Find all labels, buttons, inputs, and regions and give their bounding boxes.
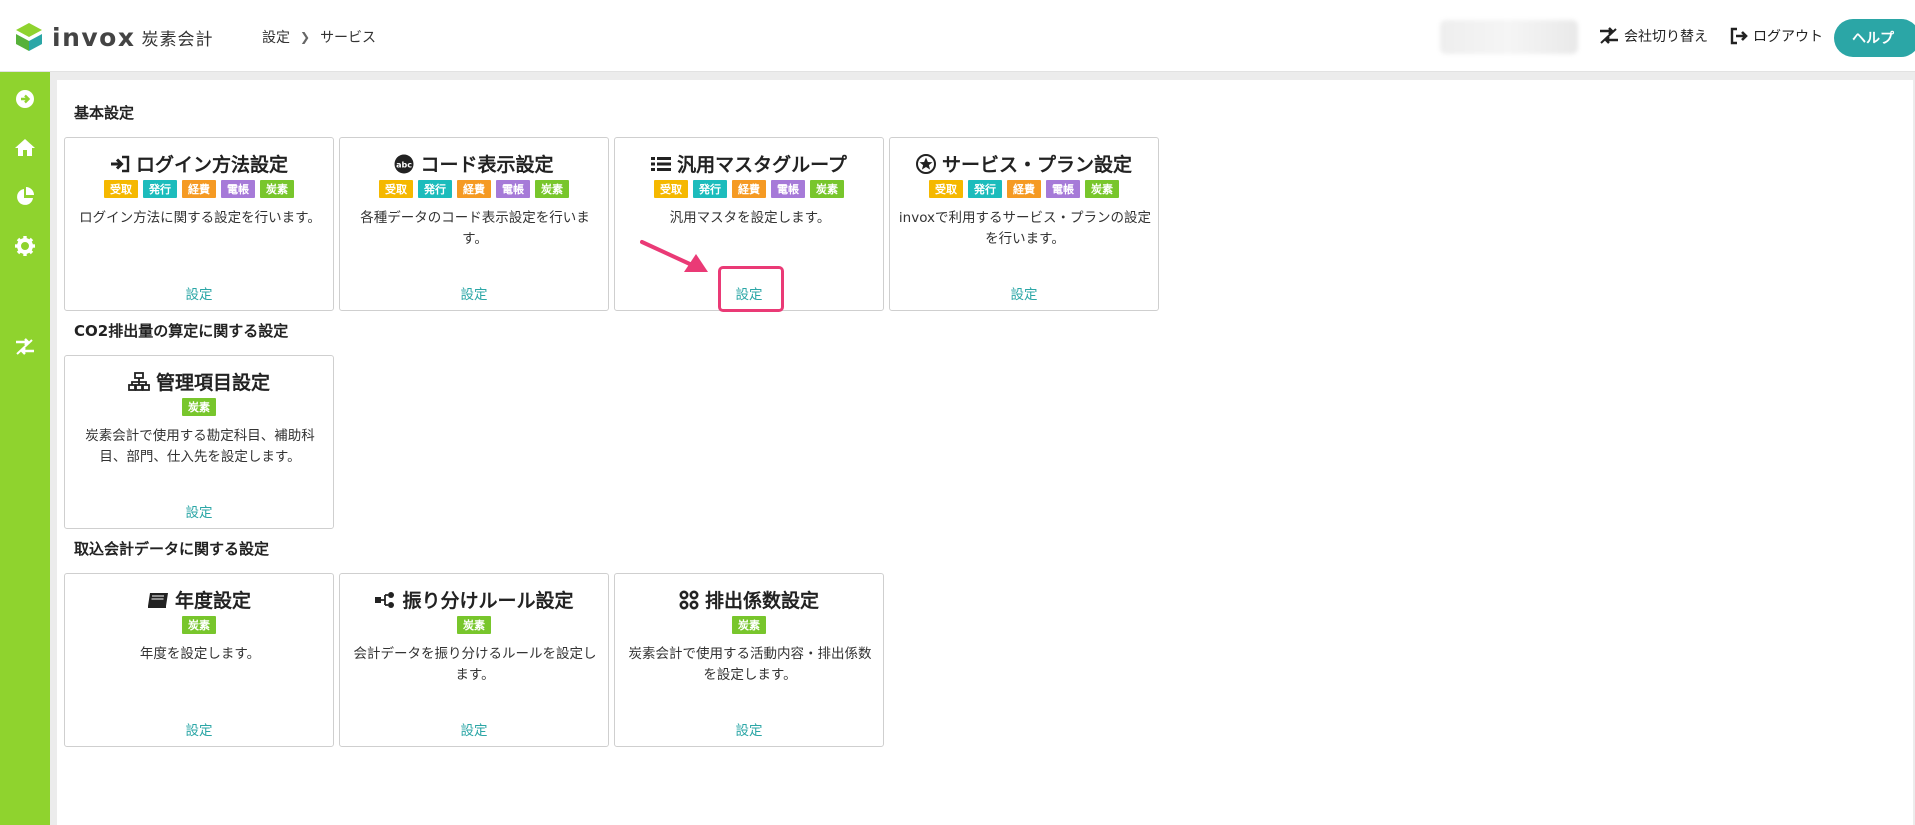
- tag-list: 炭素: [340, 616, 608, 634]
- switch-company-link[interactable]: 会社切り替え: [1598, 26, 1708, 46]
- section-title-basic: 基本設定: [74, 104, 135, 122]
- breadcrumb-settings[interactable]: 設定: [262, 27, 290, 47]
- tag-receive: 受取: [654, 180, 688, 198]
- tag-expense: 経費: [457, 180, 491, 198]
- tag-expense: 経費: [182, 180, 216, 198]
- card-settings-link[interactable]: 設定: [615, 719, 883, 739]
- logo-sub: 炭素会計: [141, 29, 214, 50]
- card-title: 排出係数設定: [615, 586, 883, 613]
- tag-e-book: 電帳: [221, 180, 255, 198]
- card-login-method: ログイン方法設定 受取 発行 経費 電帳 炭素 ログイン方法に関する設定を行いま…: [64, 137, 334, 311]
- tag-e-book: 電帳: [496, 180, 530, 198]
- tag-list: 炭素: [615, 616, 883, 634]
- card-description: 炭素会計で使用する勘定科目、補助科目、部門、仕入先を設定します。: [85, 428, 315, 465]
- card-title: ログイン方法設定: [65, 150, 333, 177]
- tag-carbon: 炭素: [1085, 180, 1119, 198]
- abc-icon: abc: [394, 154, 414, 174]
- card-description: 年度を設定します。: [139, 646, 261, 662]
- help-button[interactable]: ヘルプ: [1834, 19, 1915, 57]
- split-icon: [374, 591, 396, 609]
- breadcrumb: 設定 ❯ サービス: [262, 27, 376, 47]
- logo-cube-icon: [16, 23, 42, 51]
- card-settings-link[interactable]: 設定: [65, 501, 333, 521]
- switch-company-label: 会社切り替え: [1624, 29, 1708, 45]
- calendar-book-icon: [147, 591, 169, 609]
- card-fiscal-year: 年度設定 炭素 年度を設定します。 設定: [64, 573, 334, 747]
- card-title: 年度設定: [65, 586, 333, 613]
- logout-label: ログアウト: [1753, 29, 1823, 45]
- tag-carbon: 炭素: [535, 180, 569, 198]
- card-emission-factors: 排出係数設定 炭素 炭素会計で使用する活動内容・排出係数を設定します。 設定: [614, 573, 884, 747]
- chevron-right-icon: ❯: [300, 30, 311, 44]
- annotation-arrow-icon: [640, 240, 708, 272]
- tag-list: 受取 発行 経費 電帳 炭素: [340, 180, 608, 198]
- logout-link[interactable]: ログアウト: [1729, 26, 1823, 46]
- highlight-box: [718, 266, 784, 312]
- tag-carbon: 炭素: [182, 398, 216, 416]
- sidebar: [0, 72, 50, 825]
- card-description: 汎用マスタを設定します。: [669, 210, 831, 226]
- card-settings-link[interactable]: 設定: [340, 283, 608, 303]
- home-icon[interactable]: [12, 134, 38, 160]
- gear-icon[interactable]: [12, 233, 38, 259]
- card-title: 管理項目設定: [65, 368, 333, 395]
- card-settings-link[interactable]: 設定: [340, 719, 608, 739]
- tag-list: 受取 発行 経費 電帳 炭素: [65, 180, 333, 198]
- tag-e-book: 電帳: [1046, 180, 1080, 198]
- sitemap-icon: [128, 371, 150, 392]
- tag-expense: 経費: [1007, 180, 1041, 198]
- user-name-blurred[interactable]: [1440, 20, 1578, 54]
- tag-receive: 受取: [929, 180, 963, 198]
- login-icon: [110, 155, 130, 173]
- tag-issue: 発行: [693, 180, 727, 198]
- card-description: 各種データのコード表示設定を行います。: [360, 210, 590, 247]
- section-title-co2: CO2排出量の算定に関する設定: [74, 322, 289, 340]
- tag-expense: 経費: [732, 180, 766, 198]
- card-settings-link[interactable]: 設定: [890, 283, 1158, 303]
- card-settings-link[interactable]: 設定: [65, 283, 333, 303]
- card-service-plan: サービス・プラン設定 受取 発行 経費 電帳 炭素 invoxで利用するサービス…: [889, 137, 1159, 311]
- section-title-imported-data: 取込会計データに関する設定: [74, 540, 270, 558]
- card-title: 振り分けルール設定: [340, 586, 608, 613]
- breadcrumb-service: サービス: [320, 30, 377, 46]
- card-title: abc コード表示設定: [340, 150, 608, 177]
- star-badge-icon: [915, 153, 936, 174]
- switch-icon[interactable]: [12, 334, 38, 360]
- card-title: 汎用マスタグループ: [615, 150, 883, 177]
- tag-receive: 受取: [379, 180, 413, 198]
- tag-carbon: 炭素: [457, 616, 491, 634]
- tag-carbon: 炭素: [732, 616, 766, 634]
- arrow-right-circle-icon[interactable]: [12, 86, 38, 112]
- logo-word: invox: [52, 22, 136, 52]
- app-logo[interactable]: invox 炭素会計: [14, 20, 213, 54]
- tag-carbon: 炭素: [182, 616, 216, 634]
- card-description: invoxで利用するサービス・プランの設定を行います。: [898, 210, 1152, 247]
- card-distribution-rules: 振り分けルール設定 炭素 会計データを振り分けるルールを設定します。 設定: [339, 573, 609, 747]
- tag-list: 炭素: [65, 398, 333, 416]
- tag-carbon: 炭素: [260, 180, 294, 198]
- tag-list: 受取 発行 経費 電帳 炭素: [615, 180, 883, 198]
- card-title: サービス・プラン設定: [890, 150, 1158, 177]
- logout-icon: [1730, 27, 1748, 45]
- list-icon: [651, 155, 672, 173]
- tag-issue: 発行: [968, 180, 1002, 198]
- tag-receive: 受取: [104, 180, 138, 198]
- pie-chart-icon[interactable]: [12, 184, 38, 210]
- tag-issue: 発行: [143, 180, 177, 198]
- card-code-display: abc コード表示設定 受取 発行 経費 電帳 炭素 各種データのコード表示設定…: [339, 137, 609, 311]
- tag-list: 炭素: [65, 616, 333, 634]
- top-header: invox 炭素会計 設定 ❯ サービス 会社切り替え ログアウト ヘルプ: [0, 0, 1915, 72]
- tag-carbon: 炭素: [810, 180, 844, 198]
- switch-icon: [1600, 27, 1618, 44]
- card-description: ログイン方法に関する設定を行います。: [79, 210, 321, 226]
- tag-e-book: 電帳: [771, 180, 805, 198]
- tag-list: 受取 発行 経費 電帳 炭素: [890, 180, 1158, 198]
- card-description: 炭素会計で使用する活動内容・排出係数を設定します。: [628, 646, 872, 683]
- grid-circles-icon: [679, 589, 699, 610]
- card-description: 会計データを振り分けるルールを設定します。: [353, 646, 597, 683]
- card-settings-link[interactable]: 設定: [65, 719, 333, 739]
- card-management-items: 管理項目設定 炭素 炭素会計で使用する勘定科目、補助科目、部門、仕入先を設定しま…: [64, 355, 334, 529]
- tag-issue: 発行: [418, 180, 452, 198]
- svg-text:abc: abc: [397, 160, 413, 169]
